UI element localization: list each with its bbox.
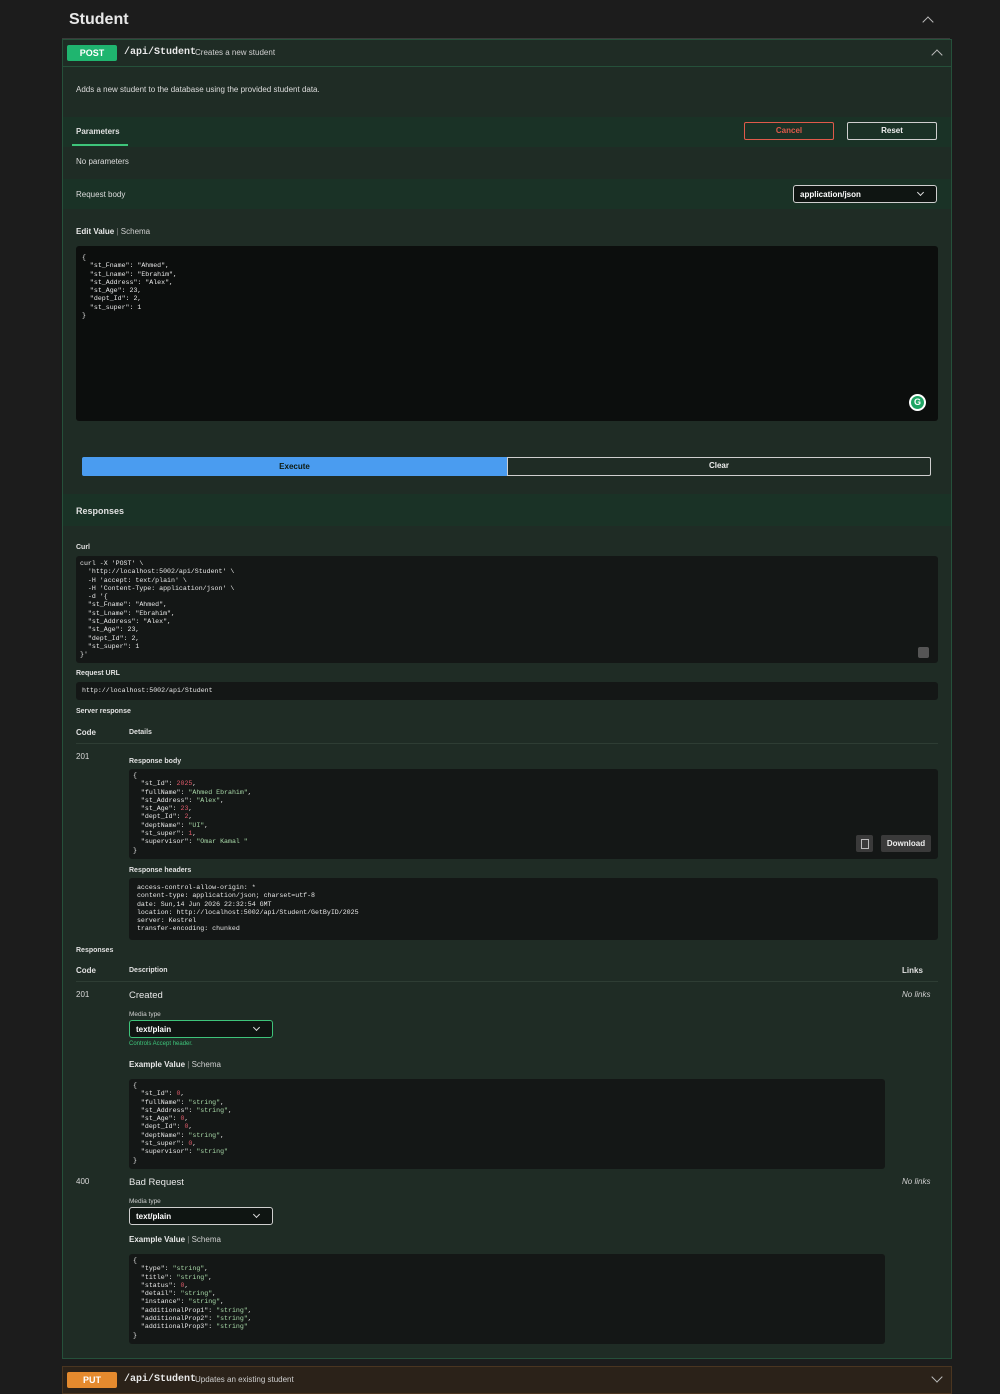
response-code-201: 201 bbox=[76, 990, 90, 999]
example-value-text-201: { "st_Id": 0, "fullName": "string", "st_… bbox=[133, 1082, 232, 1164]
media-type-label: Media type bbox=[129, 1198, 161, 1205]
chevron-down-icon bbox=[916, 188, 925, 197]
response-body-label: Response body bbox=[129, 758, 182, 765]
method-badge: POST bbox=[67, 45, 117, 61]
response-body-text: { "st_Id": 2025, "fullName": "Ahmed Ebra… bbox=[133, 772, 252, 854]
example-value-tabs-400: Example Value | Schema bbox=[129, 1235, 221, 1244]
method-badge: PUT bbox=[67, 1372, 117, 1388]
curl-label: Curl bbox=[76, 544, 90, 551]
parameters-section-header: Parameters Cancel Reset bbox=[63, 117, 951, 147]
copy-icon[interactable] bbox=[918, 647, 929, 658]
clear-button[interactable]: Clear bbox=[507, 457, 931, 476]
operation-path: /api/Student bbox=[124, 1374, 197, 1385]
cancel-button[interactable]: Cancel bbox=[744, 122, 834, 140]
grammarly-icon[interactable]: G bbox=[909, 394, 926, 411]
tag-header-student[interactable]: Student bbox=[62, 0, 950, 39]
edit-value-tabs: Edit Value | Schema bbox=[76, 227, 151, 236]
media-type-select-201[interactable]: text/plain bbox=[129, 1020, 273, 1038]
request-url-label: Request URL bbox=[76, 670, 120, 677]
chevron-up-icon[interactable] bbox=[922, 16, 934, 28]
response-headers-block: access-control-allow-origin: * content-t… bbox=[129, 878, 938, 940]
media-type-label: Media type bbox=[129, 1011, 161, 1018]
responses-heading: Responses bbox=[76, 506, 125, 516]
request-body-label: Request body bbox=[76, 190, 126, 199]
tab-schema[interactable]: Schema bbox=[121, 227, 150, 236]
response-headers-label: Response headers bbox=[129, 867, 192, 874]
example-value-text-400: { "type": "string", "title": "string", "… bbox=[133, 1257, 252, 1339]
tab-example-value[interactable]: Example Value bbox=[129, 1235, 185, 1244]
tab-example-value[interactable]: Example Value bbox=[129, 1060, 185, 1069]
response-links-201: No links bbox=[902, 990, 931, 999]
post-operation-summary[interactable]: POST /api/Student Creates a new student bbox=[63, 40, 951, 67]
execute-button[interactable]: Execute bbox=[82, 457, 507, 476]
operation-path: /api/Student bbox=[124, 47, 197, 58]
example-value-block-201: { "st_Id": 0, "fullName": "string", "st_… bbox=[129, 1079, 885, 1169]
request-url-text: http://localhost:5002/api/Student bbox=[82, 687, 213, 694]
content-type-select[interactable]: application/json bbox=[793, 185, 937, 203]
no-parameters-text: No parameters bbox=[76, 157, 129, 166]
response-headers-text: access-control-allow-origin: * content-t… bbox=[136, 884, 359, 933]
media-type-value: text/plain bbox=[136, 1212, 172, 1221]
operation-summary: Updates an existing student bbox=[195, 1375, 294, 1384]
content-type-value: application/json bbox=[800, 190, 861, 199]
example-value-tabs-201: Example Value | Schema bbox=[129, 1060, 221, 1069]
response-description-201: Created bbox=[129, 990, 163, 1001]
tab-active-indicator bbox=[72, 144, 128, 146]
request-body-section-header: Request body application/json bbox=[63, 179, 951, 209]
media-type-value: text/plain bbox=[136, 1025, 172, 1034]
copy-icon[interactable] bbox=[856, 835, 873, 852]
post-operation-block: POST /api/Student Creates a new student … bbox=[62, 39, 952, 1359]
divider bbox=[76, 981, 938, 982]
request-url-box: http://localhost:5002/api/Student bbox=[76, 682, 938, 700]
chevron-down-icon[interactable] bbox=[931, 1371, 943, 1383]
operation-description: Adds a new student to the database using… bbox=[76, 85, 320, 94]
links-column-header: Links bbox=[902, 966, 923, 975]
tab-edit-value[interactable]: Edit Value bbox=[76, 227, 114, 236]
chevron-up-icon[interactable] bbox=[931, 49, 943, 61]
put-operation-summary[interactable]: PUT /api/Student Updates an existing stu… bbox=[62, 1366, 952, 1394]
server-response-label: Server response bbox=[76, 708, 131, 715]
clipboard-icon bbox=[861, 839, 869, 849]
reset-button[interactable]: Reset bbox=[847, 122, 937, 140]
tab-schema[interactable]: Schema bbox=[192, 1060, 221, 1069]
description-column-header: Description bbox=[129, 967, 168, 974]
example-value-block-400: { "type": "string", "title": "string", "… bbox=[129, 1254, 885, 1344]
curl-code-block: curl -X 'POST' \ 'http://localhost:5002/… bbox=[76, 556, 938, 663]
curl-command-text: curl -X 'POST' \ 'http://localhost:5002/… bbox=[80, 560, 235, 659]
divider bbox=[76, 743, 938, 744]
documented-responses-label: Responses bbox=[76, 947, 114, 954]
media-type-select-400[interactable]: text/plain bbox=[129, 1207, 273, 1225]
request-body-editor[interactable]: { "st_Fname": "Ahmed", "st_Lname": "Ebra… bbox=[76, 246, 938, 421]
tag-title: Student bbox=[69, 11, 129, 28]
responses-section-header: Responses bbox=[63, 494, 951, 526]
details-column-header: Details bbox=[129, 729, 152, 736]
chevron-down-icon bbox=[252, 1023, 261, 1032]
tab-parameters[interactable]: Parameters bbox=[76, 127, 120, 136]
chevron-down-icon bbox=[252, 1210, 261, 1219]
response-code: 201 bbox=[76, 752, 90, 761]
controls-accept-header-note: Controls Accept header. bbox=[129, 1041, 193, 1047]
response-links-400: No links bbox=[902, 1177, 931, 1186]
response-body-block: { "st_Id": 2025, "fullName": "Ahmed Ebra… bbox=[129, 769, 938, 859]
tab-schema[interactable]: Schema bbox=[192, 1235, 221, 1244]
download-button[interactable]: Download bbox=[881, 835, 931, 852]
operation-summary: Creates a new student bbox=[195, 48, 276, 57]
code-column-header: Code bbox=[76, 966, 96, 975]
response-code-400: 400 bbox=[76, 1177, 90, 1186]
response-description-400: Bad Request bbox=[129, 1177, 184, 1188]
request-body-text[interactable]: { "st_Fname": "Ahmed", "st_Lname": "Ebra… bbox=[82, 254, 177, 320]
code-column-header: Code bbox=[76, 728, 96, 737]
